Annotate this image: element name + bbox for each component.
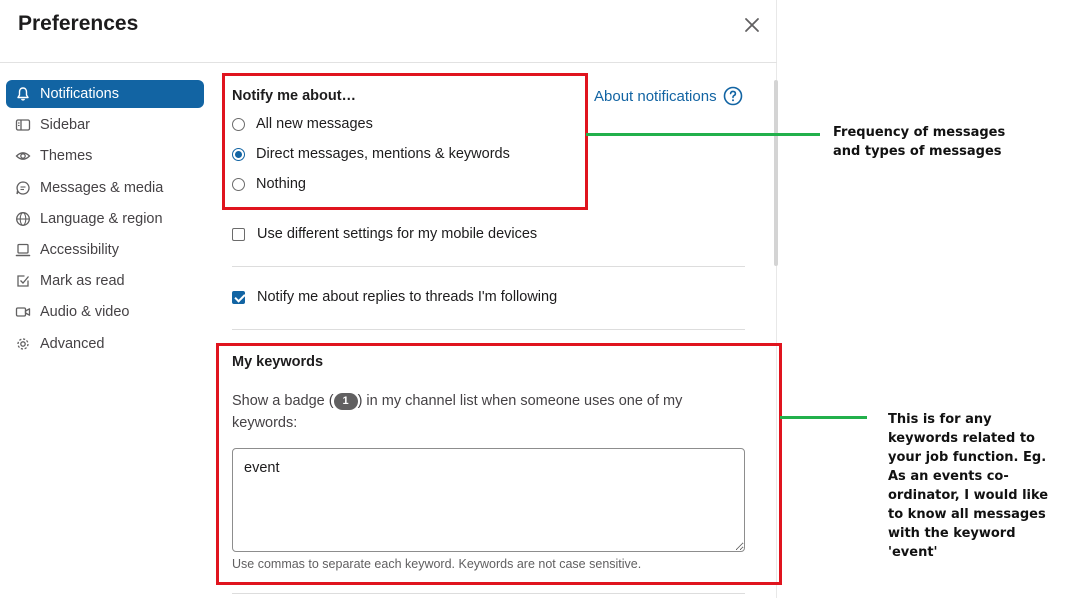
- eye-icon: [14, 147, 32, 165]
- thread-replies-checkbox[interactable]: [232, 290, 245, 304]
- close-icon: [745, 18, 759, 32]
- mobile-settings-label: Use different settings for my mobile dev…: [257, 226, 538, 242]
- divider: [232, 266, 745, 267]
- gear-icon: [14, 335, 32, 353]
- modal-title: Preferences: [18, 12, 139, 35]
- bell-icon: [14, 85, 32, 103]
- scrollbar[interactable]: [774, 80, 778, 266]
- sidebar-item-themes[interactable]: Themes: [6, 142, 204, 170]
- about-notifications-link[interactable]: About notifications: [594, 86, 743, 106]
- sidebar-item-label: Audio & video: [40, 304, 130, 321]
- globe-icon: [14, 210, 32, 228]
- sidebar-panel-icon: [14, 116, 32, 134]
- sidebar-item-label: Accessibility: [40, 241, 119, 258]
- sidebar-item-messages-media[interactable]: Messages & media: [6, 174, 204, 202]
- note-line: As an events co-: [888, 469, 1009, 484]
- preferences-sidebar: Notifications Sidebar Themes Messages & …: [6, 80, 204, 361]
- sidebar-item-accessibility[interactable]: Accessibility: [6, 236, 204, 264]
- laptop-icon: [14, 241, 32, 259]
- annotation-note-keywords: This is for any keywords related to your…: [888, 410, 1048, 562]
- note-line: and types of messages: [833, 144, 1002, 159]
- divider: [232, 593, 745, 594]
- note-line: Frequency of messages: [833, 125, 1006, 140]
- note-line: keywords related to: [888, 431, 1035, 446]
- message-bubble-icon: [14, 179, 32, 197]
- mobile-settings-option[interactable]: Use different settings for my mobile dev…: [232, 226, 537, 242]
- divider: [232, 329, 745, 330]
- sidebar-item-sidebar[interactable]: Sidebar: [6, 111, 204, 139]
- check-square-icon: [14, 272, 32, 290]
- sidebar-item-label: Notifications: [40, 86, 119, 102]
- thread-replies-option[interactable]: Notify me about replies to threads I'm f…: [232, 289, 557, 305]
- sidebar-item-audio-video[interactable]: Audio & video: [6, 298, 204, 326]
- sidebar-item-label: Language & region: [40, 210, 163, 227]
- sidebar-item-advanced[interactable]: Advanced: [6, 330, 204, 358]
- note-line: with the keyword: [888, 526, 1016, 541]
- annotation-note-notify: Frequency of messages and types of messa…: [833, 123, 1005, 161]
- sidebar-item-label: Mark as read: [40, 273, 125, 290]
- note-line: your job function. Eg.: [888, 450, 1047, 465]
- about-notifications-label: About notifications: [594, 87, 717, 105]
- note-line: This is for any: [888, 412, 992, 427]
- modal-header: Preferences: [0, 0, 777, 63]
- sidebar-item-label: Messages & media: [40, 179, 164, 196]
- sidebar-item-notifications[interactable]: Notifications: [6, 80, 204, 108]
- sidebar-item-label: Themes: [40, 148, 93, 165]
- close-button[interactable]: [740, 14, 764, 38]
- question-circle-icon: [723, 86, 742, 106]
- annotation-line-keywords: [780, 416, 867, 419]
- note-line: 'event': [888, 545, 938, 560]
- sidebar-item-language-region[interactable]: Language & region: [6, 205, 204, 233]
- sidebar-item-mark-as-read[interactable]: Mark as read: [6, 267, 204, 295]
- note-line: to know all messages: [888, 507, 1046, 522]
- sidebar-item-label: Sidebar: [40, 117, 90, 134]
- annotation-box-keywords: [216, 343, 782, 585]
- annotation-line-notify: [586, 133, 820, 136]
- video-camera-icon: [14, 303, 32, 321]
- sidebar-item-label: Advanced: [40, 335, 105, 352]
- mobile-settings-checkbox[interactable]: [232, 227, 245, 241]
- note-line: ordinator, I would like: [888, 488, 1049, 503]
- annotation-box-notify: [222, 73, 588, 210]
- thread-replies-label: Notify me about replies to threads I'm f…: [257, 289, 558, 305]
